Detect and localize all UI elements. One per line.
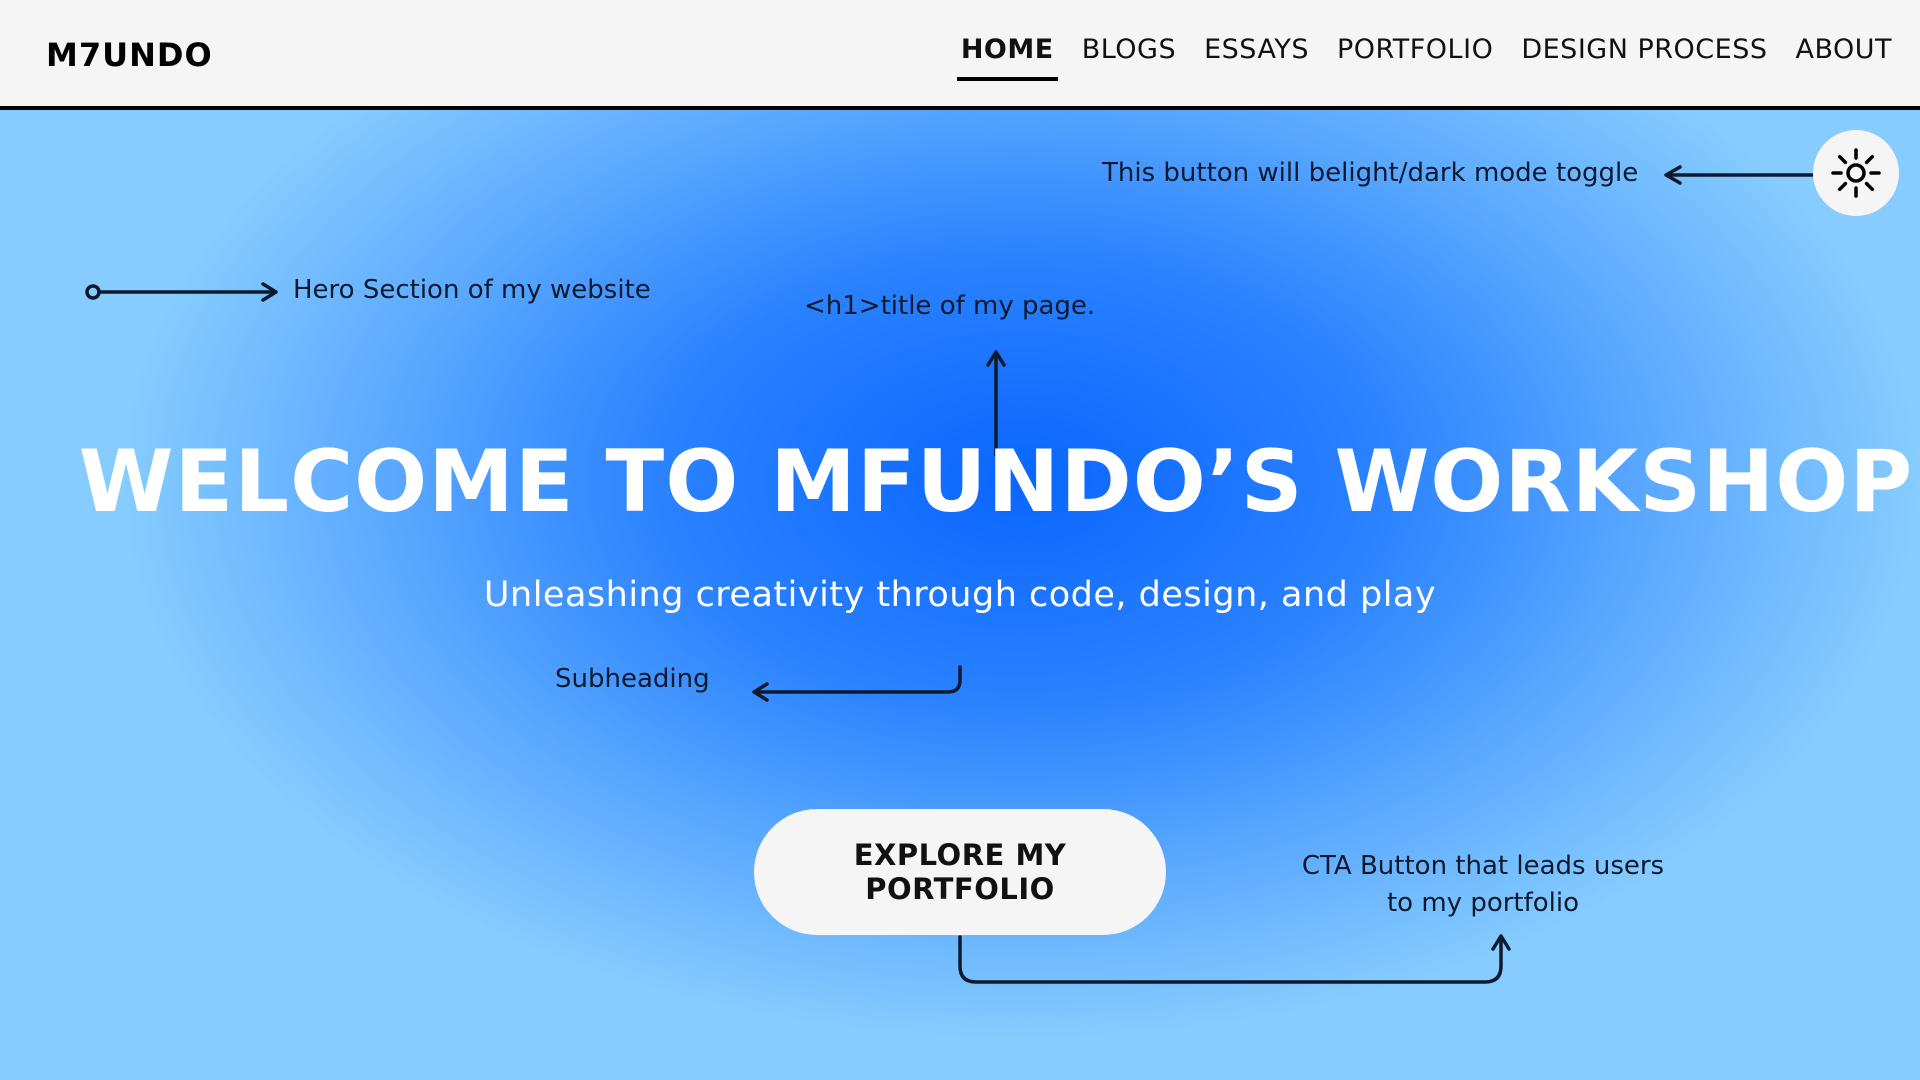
toggle-note: This button will belight/dark mode toggl… — [1102, 158, 1639, 188]
cta-note-line-2: to my portfolio — [1386, 888, 1580, 918]
explore-portfolio-button[interactable]: EXPLORE MY PORTFOLIO — [754, 809, 1166, 935]
sun-icon — [1831, 148, 1881, 198]
site-logo[interactable]: M7UNDO — [46, 36, 213, 74]
nav-item-about[interactable]: ABOUT — [1795, 34, 1892, 79]
hero-subtitle: Unleashing creativity through code, desi… — [483, 575, 1437, 615]
nav-item-blogs[interactable]: BLOGS — [1082, 34, 1176, 79]
nav-item-portfolio[interactable]: PORTFOLIO — [1337, 34, 1493, 79]
hero-title: WELCOME TO MFUNDO’S WORKSHOP — [78, 432, 1914, 532]
title-note: <h1>title of my page. — [804, 291, 1096, 321]
cta-note-line-1: CTA Button that leads users — [1301, 851, 1665, 881]
top-navbar: M7UNDO HOME BLOGS ESSAYS PORTFOLIO DESIG… — [0, 0, 1920, 110]
theme-toggle-button[interactable] — [1813, 130, 1899, 216]
cta-note: CTA Button that leads users to my portfo… — [1290, 848, 1676, 922]
nav-item-essays[interactable]: ESSAYS — [1204, 34, 1309, 79]
hero-note: Hero Section of my website — [293, 275, 651, 305]
nav-links: HOME BLOGS ESSAYS PORTFOLIO DESIGN PROCE… — [956, 34, 1892, 81]
nav-item-home[interactable]: HOME — [956, 34, 1058, 81]
subheading-note: Subheading — [555, 664, 710, 694]
nav-item-design-process[interactable]: DESIGN PROCESS — [1521, 34, 1767, 79]
